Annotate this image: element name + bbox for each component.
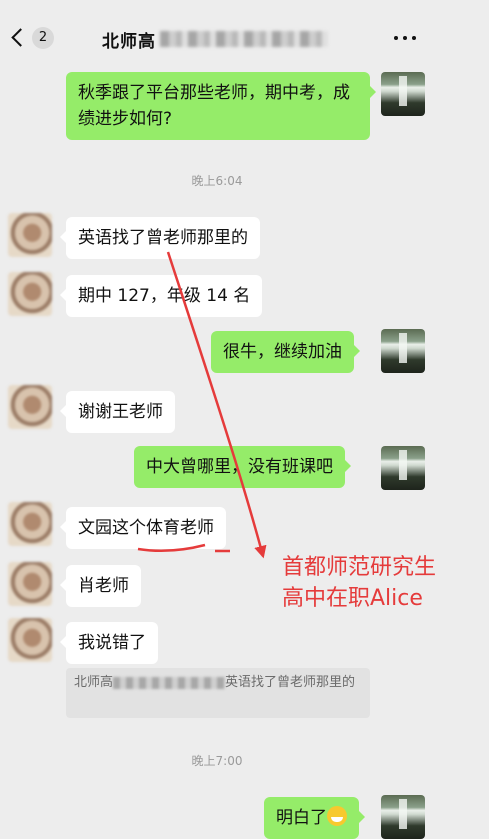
unread-count-badge: 2 xyxy=(32,27,54,49)
timestamp: 晚上6:04 xyxy=(191,174,243,188)
chat-header: 2 北师高 xyxy=(0,0,489,72)
more-dots-icon[interactable] xyxy=(394,36,418,42)
my-avatar[interactable] xyxy=(381,329,425,373)
chat-title: 北师高 xyxy=(102,32,156,52)
message-bubble-outgoing[interactable]: 秋季跟了平台那些老师，期中考，成绩进步如何? xyxy=(66,72,376,140)
annotation-line-1: 首都师范研究生 xyxy=(282,555,437,580)
message-text: 明白了 xyxy=(276,808,327,828)
red-annotation-text: 首都师范研究生 高中在职Alice xyxy=(282,552,436,614)
message-bubble-outgoing[interactable]: 中大曾哪里，没有班课吧 xyxy=(134,446,351,488)
quote-text: 英语找了曾老师那里的 xyxy=(225,675,356,690)
my-avatar[interactable] xyxy=(381,72,425,116)
timestamp: 晚上7:00 xyxy=(191,754,243,768)
my-avatar[interactable] xyxy=(381,446,425,490)
message-bubble-incoming[interactable]: 英语找了曾老师那里的 xyxy=(60,217,260,259)
quote-sender: 北师高 xyxy=(74,675,114,690)
back-button[interactable]: 2 xyxy=(10,26,56,50)
quoted-message[interactable]: 北师高 英语找了曾老师那里的 xyxy=(66,668,370,718)
message-bubble-incoming[interactable]: 期中 127，年级 14 名 xyxy=(59,275,263,317)
message-bubble-incoming[interactable]: 肖老师 xyxy=(60,565,141,607)
contact-avatar[interactable] xyxy=(8,385,52,429)
annotation-line-2: 高中在职Alice xyxy=(282,586,423,611)
my-avatar[interactable] xyxy=(381,795,425,839)
message-bubble-incoming[interactable]: 我说错了 xyxy=(60,622,158,664)
contact-avatar[interactable] xyxy=(8,213,52,257)
message-bubble-incoming[interactable]: 谢谢王老师 xyxy=(60,391,175,433)
blurred-quote-region xyxy=(113,676,226,689)
chevron-left-icon xyxy=(11,28,30,47)
blurred-title-region xyxy=(160,31,328,47)
contact-avatar[interactable] xyxy=(8,618,52,662)
contact-avatar[interactable] xyxy=(8,562,52,606)
message-bubble-outgoing[interactable]: 很牛，继续加油 xyxy=(211,331,360,373)
message-bubble-incoming[interactable]: 文园这个体育老师 xyxy=(60,507,226,549)
contact-avatar[interactable] xyxy=(8,272,52,316)
grinning-face-emoji xyxy=(327,806,347,826)
contact-avatar[interactable] xyxy=(8,502,52,546)
